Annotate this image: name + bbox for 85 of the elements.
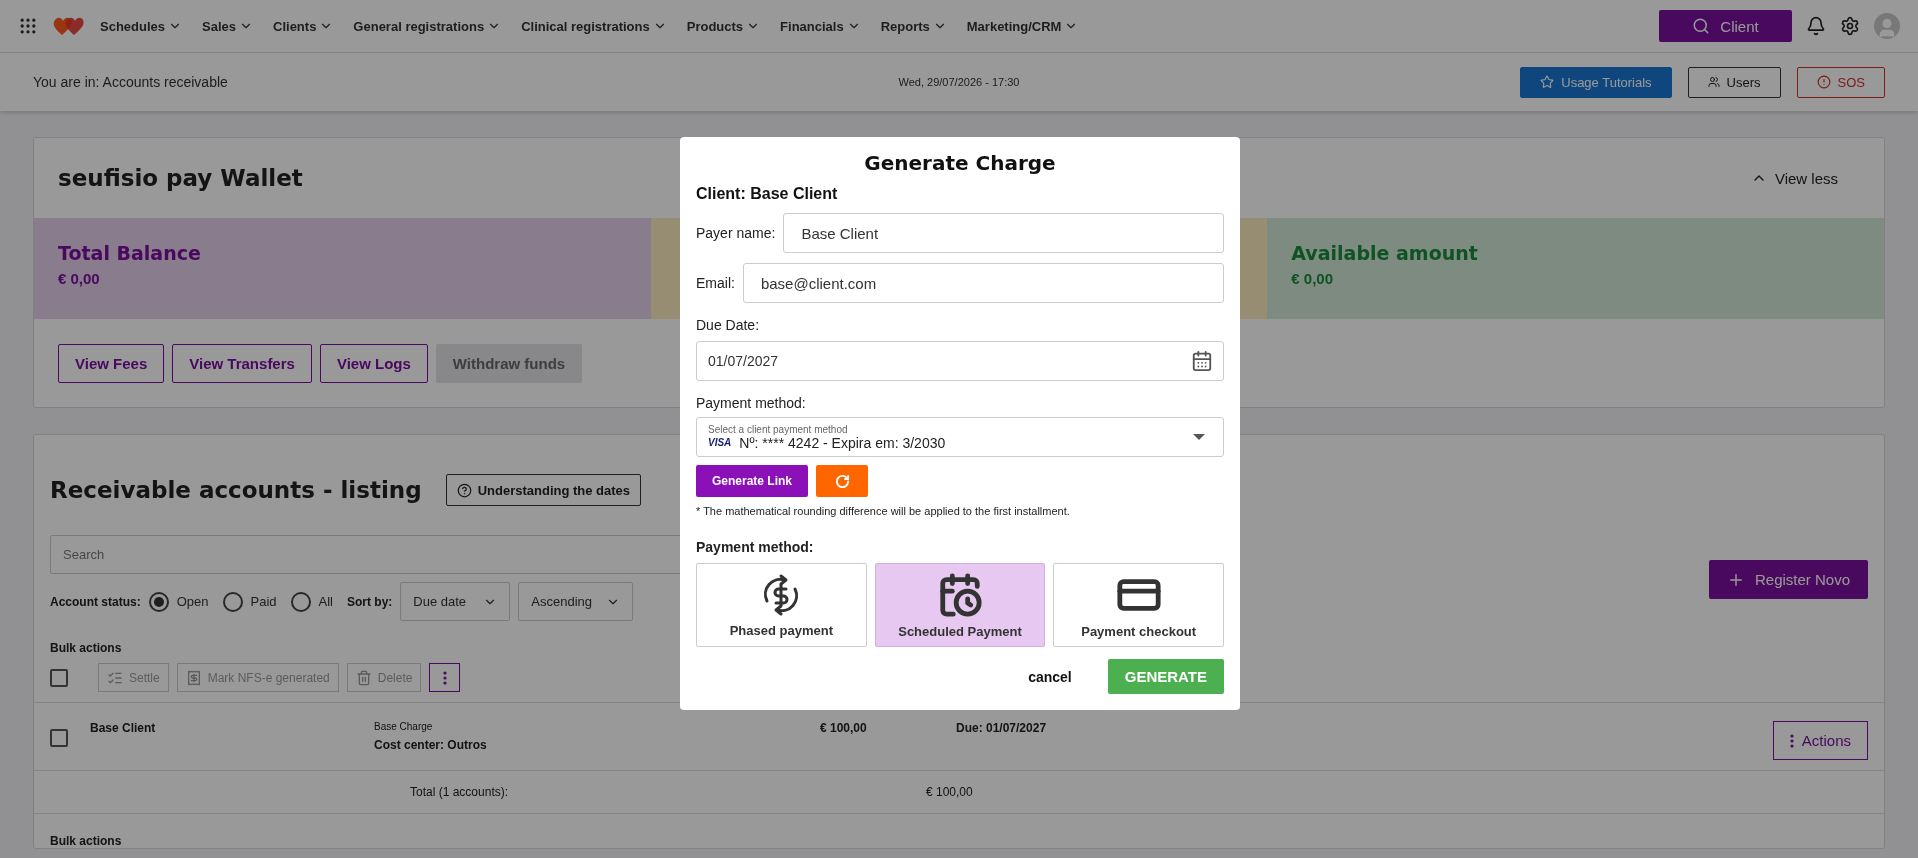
- payment-option[interactable]: Scheduled Payment: [874, 563, 1046, 647]
- users-button[interactable]: Users: [1687, 66, 1781, 98]
- wallet-action-button[interactable]: View Fees: [58, 344, 165, 383]
- charge-description: Base Charge: [374, 721, 434, 732]
- payment-method-select[interactable]: Select a client payment method VISA Nº: **** 4242 - Expira em: 3/2030: [696, 417, 1224, 457]
- bulk-actions-label: Bulk actions: [50, 641, 122, 655]
- calendar-icon[interactable]: [1191, 350, 1213, 372]
- refresh-icon: [834, 473, 850, 489]
- tutorials-button[interactable]: Usage Tutorials: [1520, 66, 1672, 98]
- balance-label: Available amount: [1291, 242, 1478, 264]
- nav-menu-item[interactable]: Marketing/CRM: [966, 18, 1079, 34]
- payment-card-number: Nº: **** 4242 - Expira em: 3/2030: [739, 434, 946, 451]
- calendar-clock-icon: [937, 571, 983, 618]
- row-amount: € 100,00: [820, 721, 868, 735]
- star-icon: [1540, 75, 1555, 89]
- settings-icon[interactable]: [1840, 16, 1860, 36]
- wallet-action-button[interactable]: View Logs: [319, 344, 428, 383]
- wallet-action-button[interactable]: View Transfers: [172, 344, 312, 383]
- trash-icon: [355, 669, 372, 686]
- due-date-label: Due Date:: [696, 317, 761, 333]
- receipt-icon: [185, 669, 202, 686]
- payer-name-label: Payer name:: [696, 225, 776, 241]
- row-due-date: Due: 01/07/2027: [956, 721, 1048, 735]
- total-label: Total (1 accounts):: [410, 785, 510, 799]
- register-button[interactable]: Register Novo: [1708, 560, 1868, 599]
- sort-order-select[interactable]: Ascending: [518, 582, 634, 621]
- client-search-button[interactable]: Client: [1659, 10, 1792, 42]
- email-field[interactable]: base@client.com: [742, 263, 1224, 303]
- select-hint: Select a client payment method: [708, 423, 849, 435]
- balance-amount: € 0,00: [58, 270, 100, 287]
- nav-menu-item[interactable]: Schedules: [100, 18, 183, 34]
- sort-label: Sort by:: [347, 594, 393, 609]
- sos-button[interactable]: SOS: [1796, 66, 1885, 98]
- bell-icon[interactable]: [1806, 16, 1826, 36]
- logo-icon: [52, 15, 86, 37]
- nav-menu-item[interactable]: General registrations: [353, 18, 502, 34]
- card-brand: VISA: [708, 437, 732, 448]
- payment-method-label: Payment method:: [696, 395, 807, 411]
- alert-icon: [1816, 75, 1831, 89]
- users-icon: [1707, 76, 1720, 88]
- nav-menu-item[interactable]: Reports: [880, 18, 947, 34]
- bulk-actions-label: Bulk actions: [50, 834, 122, 848]
- payment-option[interactable]: Payment checkout: [1053, 563, 1224, 647]
- client-heading: Client: Base Client: [696, 185, 839, 203]
- sort-field-select[interactable]: Due date: [400, 582, 511, 621]
- rounding-note: * The mathematical rounding difference will be applied to the first installment.: [696, 505, 1071, 517]
- help-icon: [456, 482, 472, 498]
- apps-menu-icon[interactable]: [18, 16, 38, 36]
- current-datetime: Wed, 29/07/2026 - 17:30: [898, 76, 1020, 88]
- actions-button[interactable]: Actions: [1772, 721, 1868, 760]
- status-label: Account status:: [50, 594, 141, 609]
- nav-menu-item[interactable]: Clinical registrations: [521, 18, 667, 34]
- wallet-title: seufisio pay Wallet: [58, 165, 303, 191]
- help-button[interactable]: Understanding the dates: [445, 474, 642, 506]
- balance-label: Total Balance: [58, 242, 201, 264]
- nav-menu-item[interactable]: Products: [686, 18, 761, 34]
- generate-link-button[interactable]: Generate Link: [696, 465, 809, 497]
- status-radio[interactable]: Open: [148, 591, 209, 612]
- cancel-button[interactable]: cancel: [1022, 667, 1078, 686]
- status-radio[interactable]: Paid: [222, 591, 277, 612]
- status-radio[interactable]: All: [290, 591, 333, 612]
- client-name: Base Client: [90, 721, 157, 735]
- more-button[interactable]: [429, 663, 461, 692]
- dialog-title: Generate Charge: [863, 151, 1057, 175]
- more-icon: [1789, 733, 1794, 748]
- nav-menu-item[interactable]: Sales: [202, 18, 253, 34]
- nav-menu-item[interactable]: Financials: [780, 18, 861, 34]
- total-amount: € 100,00: [926, 785, 974, 799]
- payment-type-label: Payment method:: [696, 539, 815, 555]
- more-icon: [442, 670, 447, 685]
- balance-amount: € 0,00: [1291, 270, 1334, 287]
- due-date-field[interactable]: 01/07/2027: [696, 341, 1224, 381]
- search-icon: [1692, 17, 1711, 35]
- dropdown-caret-icon: [1193, 434, 1205, 440]
- payment-option[interactable]: Phased payment: [696, 563, 867, 647]
- refresh-button[interactable]: [816, 465, 869, 497]
- listing-title: Receivable accounts - listing: [50, 477, 422, 503]
- breadcrumb: You are in: Accounts receivable: [33, 74, 229, 90]
- nav-menu-item[interactable]: Clients: [273, 18, 334, 34]
- row-checkbox[interactable]: [50, 729, 68, 747]
- cost-center: Cost center: Outros: [374, 738, 488, 752]
- select-all-checkbox[interactable]: [50, 668, 68, 687]
- email-label: Email:: [696, 275, 735, 291]
- view-less-toggle[interactable]: View less: [1744, 168, 1844, 188]
- payer-name-field[interactable]: Base Client: [783, 213, 1224, 253]
